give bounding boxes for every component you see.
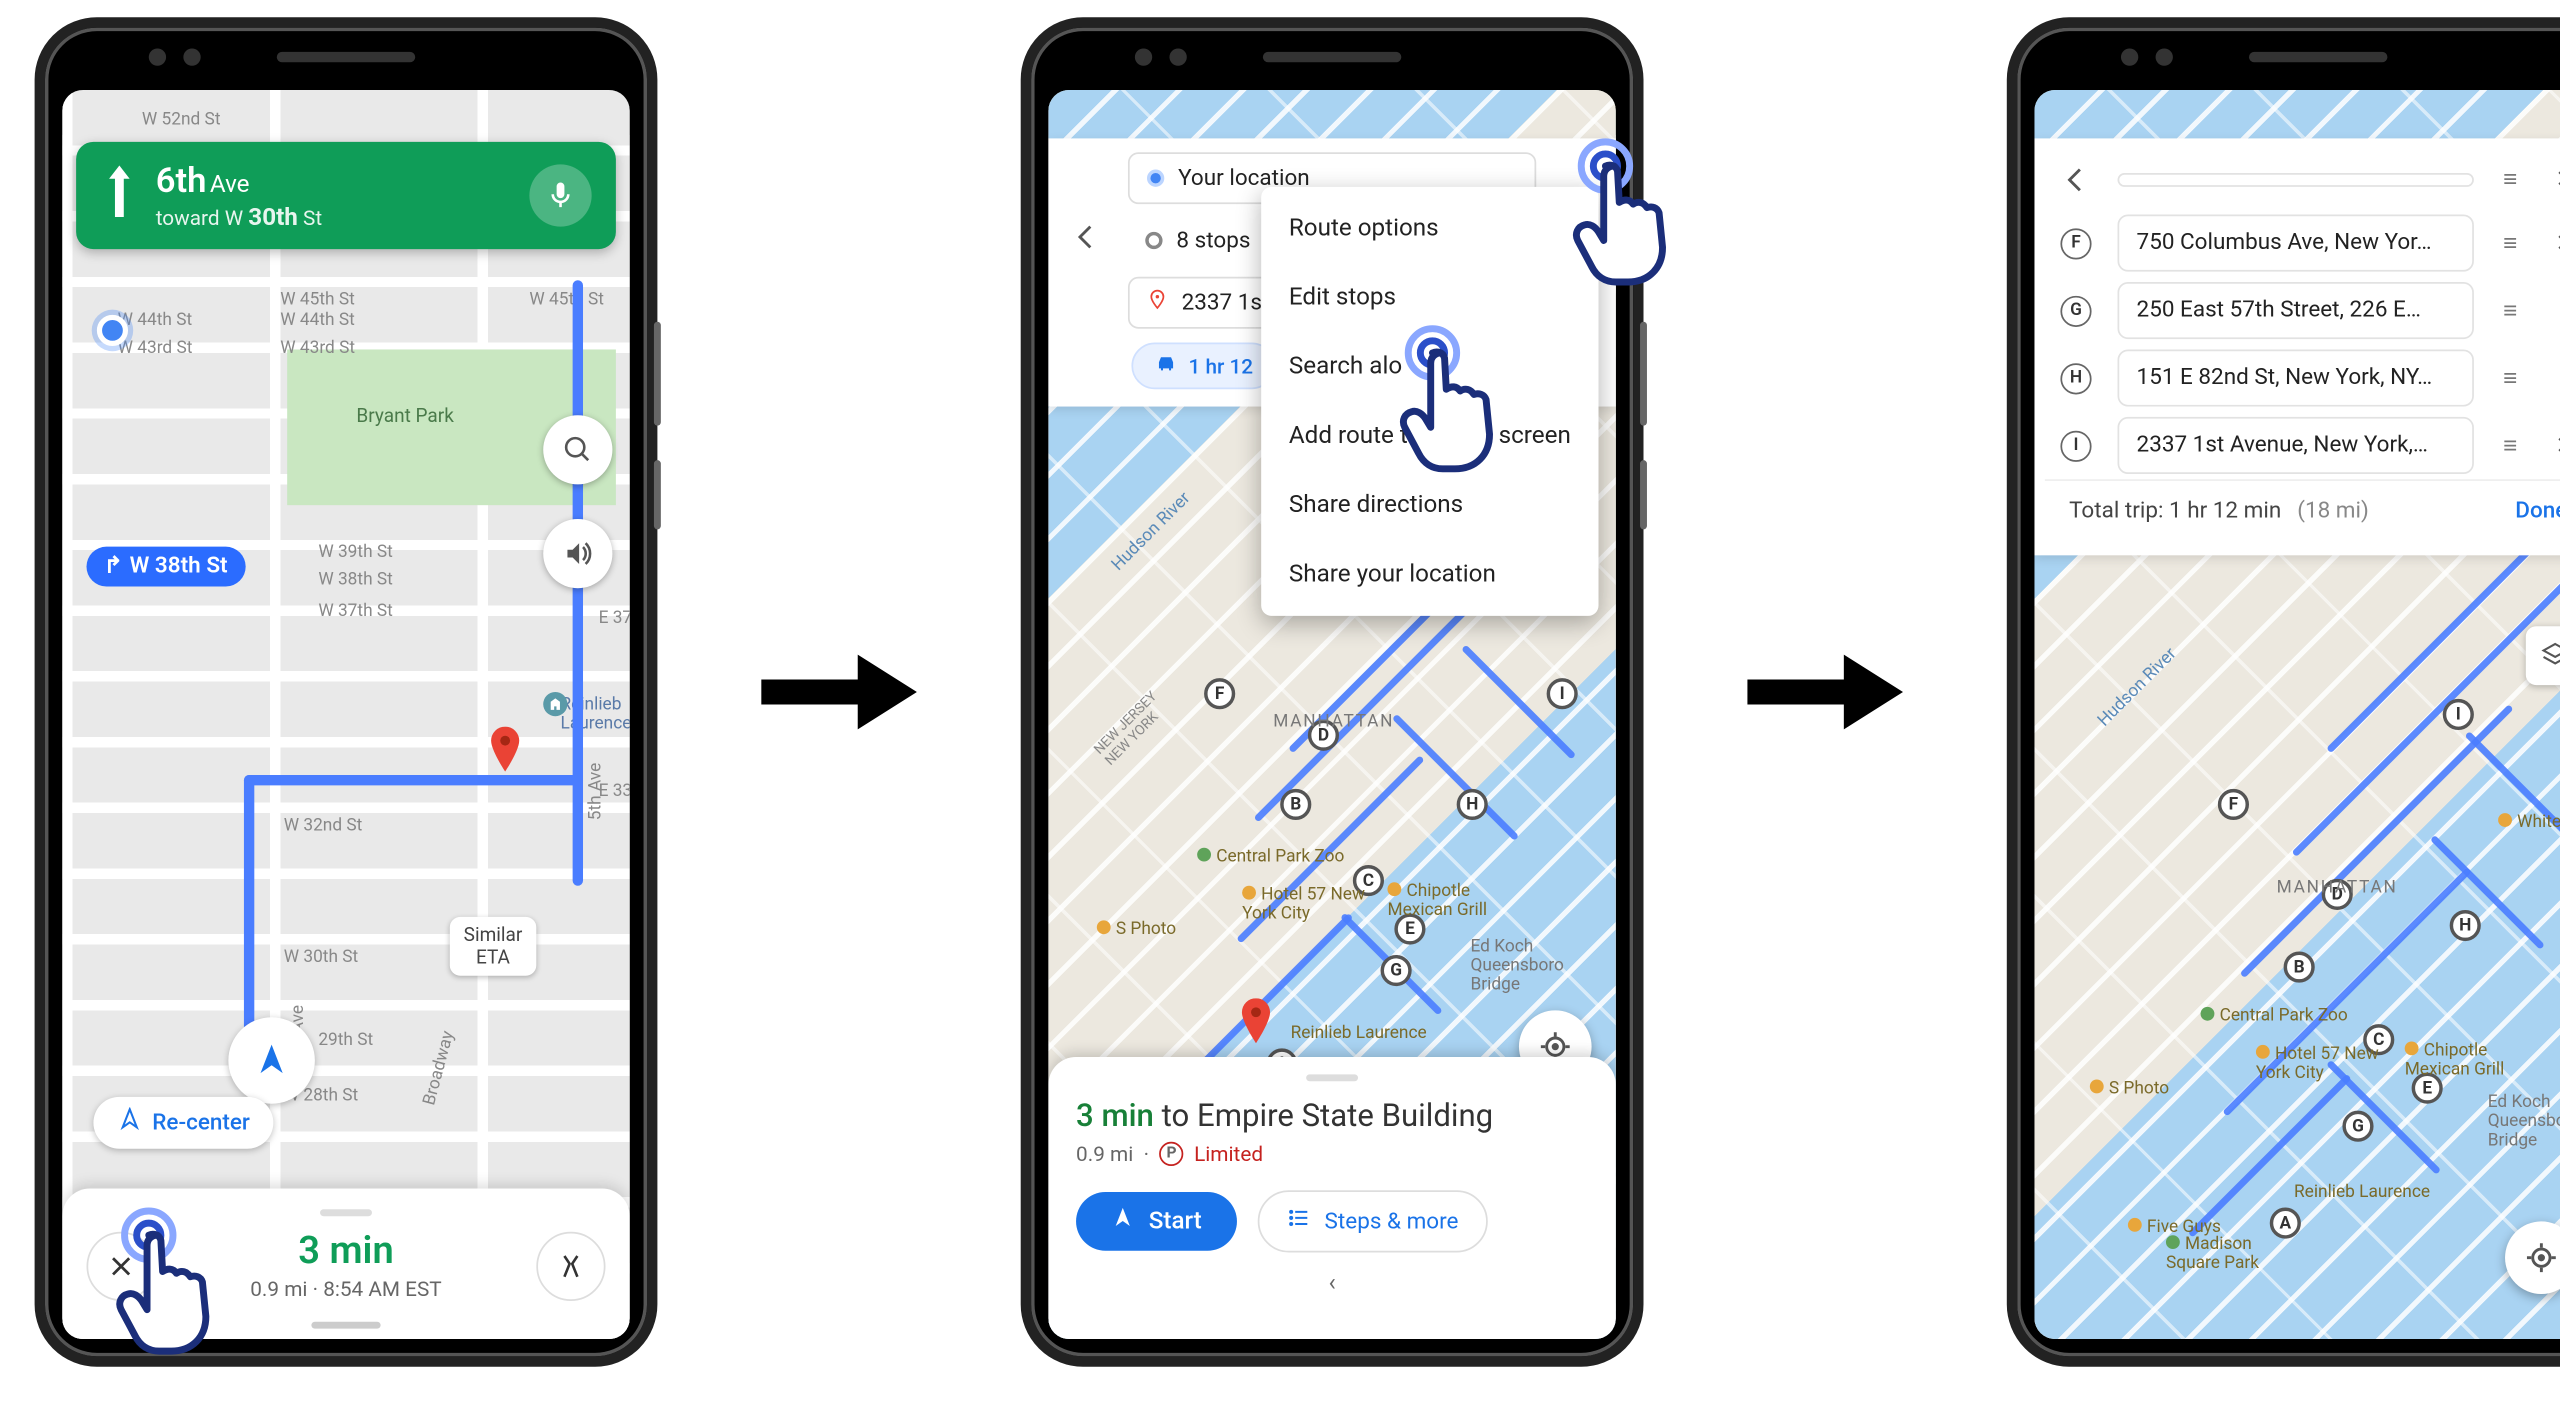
drag-handle-icon[interactable]	[1306, 1074, 1358, 1081]
routes-button[interactable]	[536, 1231, 605, 1300]
stop-bubble-f: F	[1204, 678, 1235, 709]
reorder-handle-icon[interactable]: ≡	[2491, 164, 2529, 193]
route-summary-card[interactable]: 3 min to Empire State Building 0.9 mi· P…	[1048, 1057, 1615, 1339]
start-label: Start	[1149, 1208, 1202, 1236]
start-navigation-button[interactable]: Start	[1076, 1192, 1236, 1251]
menu-add-home[interactable]: Add route to Home screen	[1261, 401, 1598, 470]
phone-1-navigation: 09:41 100% Bryant Park W 52nd St W 45th …	[35, 17, 658, 1366]
nav-direction-card[interactable]: 6thAve toward W 30th St	[76, 142, 616, 249]
stop-bubble-b: B	[2284, 952, 2315, 983]
list-icon	[1286, 1206, 1310, 1237]
mode-driving-chip[interactable]: 1 hr 12	[1131, 343, 1275, 390]
done-button[interactable]: Done	[2515, 498, 2560, 524]
stop-input-f[interactable]: 750 Columbus Ave, New Yor…	[2118, 215, 2474, 272]
park-label: Bryant Park	[356, 405, 454, 427]
stop-input-g[interactable]: 250 East 57th Street, 226 E…	[2118, 282, 2474, 339]
remove-stop-button[interactable]: ✕	[2547, 432, 2560, 460]
overflow-menu: Route options Edit stops Search along ro…	[1261, 187, 1598, 616]
recenter-button[interactable]: Re-center	[93, 1097, 274, 1149]
map-view[interactable]: Bryant Park W 52nd St W 45th St W 44th S…	[62, 90, 629, 1339]
stop-input-h[interactable]: 151 E 82nd St, New York, NY…	[2118, 349, 2474, 406]
flow-arrow-icon	[1747, 640, 1903, 744]
close-nav-button[interactable]	[87, 1231, 156, 1300]
destination-pin-icon	[488, 727, 523, 762]
stop-bubble-g: G	[2342, 1111, 2373, 1142]
phone-3-edit-stops: 09:41 100%	[2007, 17, 2560, 1366]
stop-bubble-a: A	[2270, 1208, 2301, 1239]
trip-miles: (18 mi)	[2297, 498, 2369, 524]
eta-time: 3 min	[156, 1230, 537, 1273]
place-icon	[543, 692, 567, 716]
stop-bubble-f: F	[2218, 789, 2249, 820]
route-street-badge: ↱ W 38th St	[87, 547, 245, 587]
stop-bubble-h: H	[1457, 789, 1488, 820]
current-location-dot	[97, 315, 128, 346]
destination-pin-icon	[1239, 998, 1274, 1033]
nav-back-icon[interactable]: ‹	[1328, 1270, 1335, 1298]
nav-icon	[118, 1107, 142, 1138]
nav-primary-street: 6thAve	[156, 159, 512, 201]
stop-bubble-b: B	[1280, 789, 1311, 820]
stop-bubble-g: G	[1381, 955, 1412, 986]
phone-2-route-overview: 09:41 100%	[1021, 17, 1644, 1366]
trip-total-label: Total trip: 1 hr 12 min	[2069, 498, 2281, 524]
destination-pin-icon	[1147, 289, 1168, 317]
route-summary-sub: 0.9 mi· P Limited	[1076, 1142, 1588, 1166]
search-button[interactable]	[543, 415, 612, 484]
menu-share-directions[interactable]: Share directions	[1261, 471, 1598, 540]
stop-row-cropped[interactable]: .	[2118, 172, 2474, 186]
remove-stop-button[interactable]: ✕	[2547, 229, 2560, 257]
menu-search-along[interactable]: Search along routeSearch alo	[1261, 332, 1598, 401]
car-icon	[1154, 351, 1178, 380]
steps-label: Steps & more	[1325, 1208, 1459, 1234]
vehicle-marker	[228, 1017, 315, 1104]
flow-arrow-icon	[761, 640, 917, 744]
reorder-handle-icon[interactable]: ≡	[2491, 296, 2529, 325]
parking-icon: P	[1159, 1142, 1183, 1166]
stop-letter-g: G	[2060, 295, 2091, 326]
back-button[interactable]	[2060, 164, 2091, 204]
drag-handle-icon[interactable]	[320, 1209, 372, 1216]
stop-input-i[interactable]: 2337 1st Avenue, New York,…	[2118, 417, 2474, 474]
stop-letter-h: H	[2060, 362, 2091, 393]
stop-letter-i: I	[2060, 430, 2091, 461]
reorder-handle-icon[interactable]: ≡	[2491, 431, 2529, 460]
steps-more-button[interactable]: Steps & more	[1257, 1190, 1488, 1252]
trip-summary-row: Total trip: 1 hr 12 min (18 mi) Done	[2045, 479, 2560, 541]
mode-driving-label: 1 hr 12	[1189, 354, 1254, 378]
recenter-label: Re-center	[152, 1110, 250, 1136]
nav-toward: toward W 30th St	[156, 204, 512, 232]
edit-stops-panel: . ≡ ✕ F 750 Columbus Ave, New Yor… ≡ ✕ G…	[2034, 138, 2560, 555]
menu-edit-stops[interactable]: Edit stops	[1261, 263, 1598, 332]
eta-details: 0.9 mi · 8:54 AM EST	[156, 1277, 537, 1301]
audio-button[interactable]	[543, 519, 612, 588]
stop-bubble-i: I	[1547, 678, 1578, 709]
continue-straight-icon	[100, 163, 138, 229]
waypoint-dot-icon	[1145, 232, 1162, 249]
reorder-handle-icon[interactable]: ≡	[2491, 228, 2529, 257]
eta-bottom-card[interactable]: 3 min 0.9 mi · 8:54 AM EST	[62, 1189, 629, 1340]
system-nav-bar: ‹	[1076, 1270, 1588, 1298]
layers-button[interactable]	[2526, 626, 2560, 685]
stop-letter-f: F	[2060, 227, 2091, 258]
similar-eta-tooltip: Similar ETA	[450, 917, 536, 976]
back-button[interactable]	[1062, 221, 1110, 261]
turn-right-icon: ↱	[104, 554, 123, 580]
route-summary-title: 3 min to Empire State Building	[1076, 1099, 1588, 1135]
home-indicator	[311, 1322, 380, 1329]
stop-bubble-h: H	[2450, 910, 2481, 941]
remove-stop-button[interactable]: ✕	[2547, 165, 2560, 193]
menu-share-location[interactable]: Share your location	[1261, 540, 1598, 609]
mic-button[interactable]	[529, 164, 591, 226]
nav-icon	[1111, 1206, 1135, 1237]
reorder-handle-icon[interactable]: ≡	[2491, 363, 2529, 392]
origin-dot-icon	[1147, 170, 1164, 187]
menu-route-options[interactable]: Route options	[1261, 194, 1598, 263]
stop-bubble-i: I	[2443, 699, 2474, 730]
stops-count-text: 8 stops	[1176, 227, 1250, 253]
